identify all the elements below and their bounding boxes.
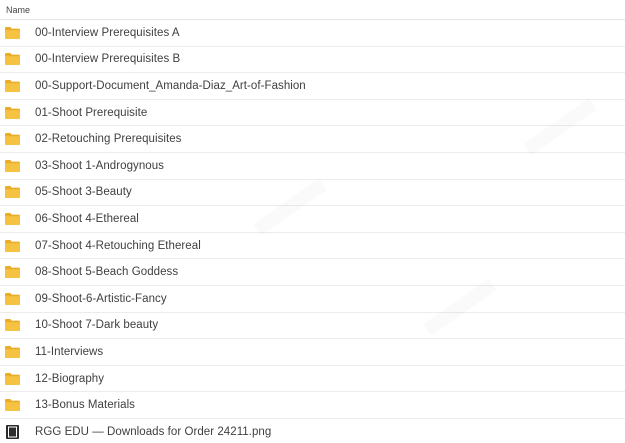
name-column-header[interactable]: Name [6,5,30,15]
folder-row[interactable]: 06-Shoot 4-Ethereal [0,206,625,233]
folder-icon [4,212,21,226]
folder-icon [4,106,21,120]
folder-row[interactable]: 09-Shoot-6-Artistic-Fancy [0,286,625,313]
folder-row[interactable]: 12-Biography [0,366,625,393]
folder-icon [4,318,21,332]
folder-icon [4,52,21,66]
folder-name: 07-Shoot 4-Retouching Ethereal [35,239,201,252]
folder-row[interactable]: 01-Shoot Prerequisite [0,100,625,127]
folder-icon [4,26,21,40]
folder-icon [4,132,21,146]
folder-row[interactable]: 00-Interview Prerequisites A [0,20,625,47]
folder-name: 12-Biography [35,372,105,385]
folder-name: 11-Interviews [35,345,104,358]
file-browser: Name 00-Interview Prerequisites A 00-Inte… [0,0,625,443]
folder-name: 00-Interview Prerequisites A [35,26,180,39]
file-row[interactable]: RGG EDU — Downloads for Order 24211.png [0,419,625,443]
folder-name: 09-Shoot-6-Artistic-Fancy [35,292,167,305]
folder-icon [4,292,21,306]
image-file-icon [4,424,21,439]
folder-name: 00-Support-Document_Amanda-Diaz_Art-of-F… [35,79,306,92]
folder-icon [4,372,21,386]
folder-icon [4,345,21,359]
file-name: RGG EDU — Downloads for Order 24211.png [35,425,272,438]
folder-row[interactable]: 00-Support-Document_Amanda-Diaz_Art-of-F… [0,73,625,100]
folder-name: 08-Shoot 5-Beach Goddess [35,266,179,279]
folder-row[interactable]: 05-Shoot 3-Beauty [0,180,625,207]
folder-icon [4,265,21,279]
folder-name: 10-Shoot 7-Dark beauty [35,319,159,332]
list-header: Name [0,0,625,20]
folder-name: 05-Shoot 3-Beauty [35,186,132,199]
folder-name: 13-Bonus Materials [35,399,135,412]
file-list-rows: 00-Interview Prerequisites A 00-Interview… [0,20,625,443]
folder-row[interactable]: 11-Interviews [0,339,625,366]
folder-row[interactable]: 03-Shoot 1-Androgynous [0,153,625,180]
folder-name: 00-Interview Prerequisites B [35,53,181,66]
folder-name: 06-Shoot 4-Ethereal [35,212,139,225]
folder-icon [4,185,21,199]
folder-row[interactable]: 10-Shoot 7-Dark beauty [0,313,625,340]
folder-row[interactable]: 07-Shoot 4-Retouching Ethereal [0,233,625,260]
folder-icon [4,398,21,412]
folder-name: 02-Retouching Prerequisites [35,133,182,146]
folder-icon [4,79,21,93]
folder-name: 03-Shoot 1-Androgynous [35,159,164,172]
folder-row[interactable]: 08-Shoot 5-Beach Goddess [0,259,625,286]
folder-row[interactable]: 02-Retouching Prerequisites [0,126,625,153]
folder-icon [4,159,21,173]
folder-name: 01-Shoot Prerequisite [35,106,148,119]
folder-row[interactable]: 00-Interview Prerequisites B [0,47,625,74]
folder-icon [4,239,21,253]
folder-row[interactable]: 13-Bonus Materials [0,392,625,419]
